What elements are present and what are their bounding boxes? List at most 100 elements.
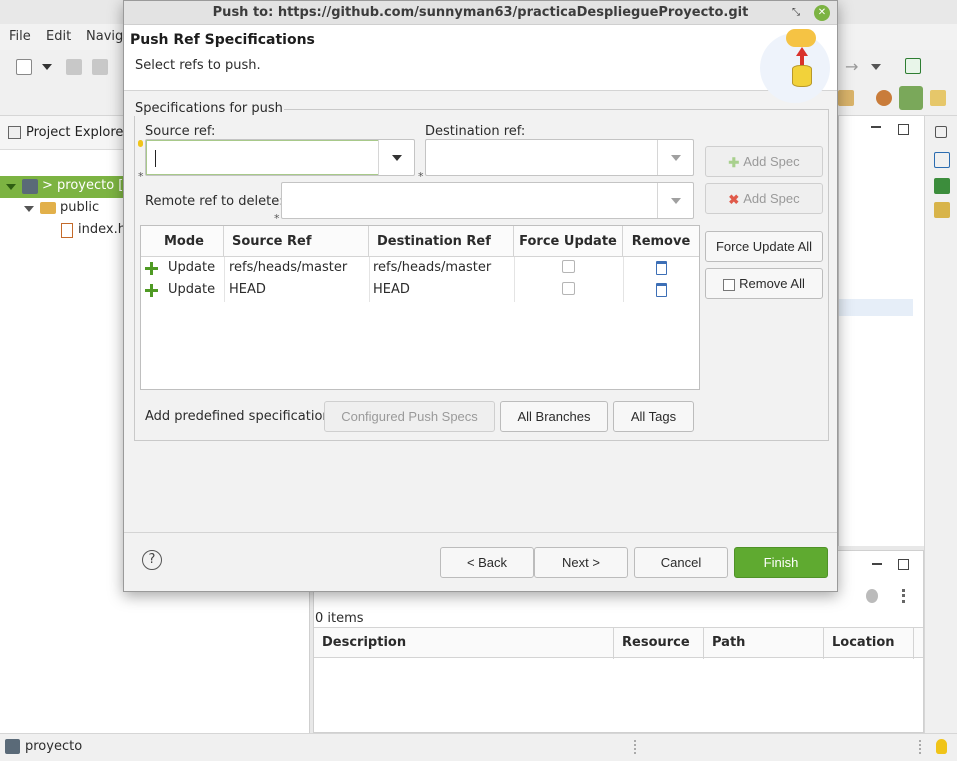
maximize-icon[interactable] — [898, 124, 909, 135]
filter-icon[interactable] — [866, 589, 878, 603]
tip-lightbulb-icon[interactable] — [936, 739, 947, 754]
new-icon[interactable] — [16, 59, 32, 75]
row-mode: Update — [168, 260, 216, 275]
destination-ref-combo[interactable] — [425, 139, 694, 176]
html-file-icon — [61, 223, 73, 238]
row-mode: Update — [168, 282, 216, 297]
hierarchy-icon[interactable] — [934, 152, 950, 168]
source-ref-input[interactable] — [146, 140, 379, 175]
row-source-ref: HEAD — [229, 282, 266, 297]
menu-navigate[interactable]: Navig — [86, 29, 123, 44]
git-repo-icon[interactable] — [930, 90, 946, 106]
forward-icon[interactable]: → — [845, 59, 861, 75]
column-mode[interactable]: Mode — [141, 226, 224, 257]
expand-icon[interactable] — [24, 206, 34, 212]
editor-area-right — [838, 116, 924, 546]
right-trim-bar — [924, 116, 957, 733]
save-icon[interactable] — [66, 59, 82, 75]
column-path[interactable]: Path — [712, 635, 745, 650]
minimize-icon[interactable] — [871, 126, 881, 128]
specs-table: Mode Source Ref Destination Ref Force Up… — [140, 225, 700, 390]
remove-all-button[interactable]: Remove All — [705, 268, 823, 299]
back-button[interactable]: < Back — [440, 547, 534, 578]
required-marker: * — [274, 212, 280, 225]
wizard-title: Push Ref Specifications — [130, 32, 315, 48]
help-icon[interactable]: ? — [142, 550, 162, 570]
row-destination-ref: HEAD — [373, 282, 410, 297]
menu-edit[interactable]: Edit — [46, 29, 71, 44]
restore-window-icon[interactable]: ⤡ — [788, 5, 804, 21]
trash-icon[interactable] — [656, 283, 667, 297]
download-icon[interactable] — [934, 178, 950, 194]
dialog-title: Push to: https://github.com/sunnyman63/p… — [212, 5, 749, 20]
source-ref-label: Source ref: — [145, 124, 216, 139]
perspective-java-icon[interactable] — [838, 90, 854, 106]
cancel-button[interactable]: Cancel — [634, 547, 728, 578]
column-resource[interactable]: Resource — [622, 635, 690, 650]
perspective-git-icon[interactable] — [899, 86, 923, 110]
remote-ref-delete-dropdown[interactable] — [657, 183, 693, 218]
remote-ref-delete-label: Remote ref to delete: — [145, 194, 284, 209]
view-menu-icon[interactable] — [902, 589, 905, 603]
force-update-all-button[interactable]: Force Update All — [705, 231, 823, 262]
column-source-ref[interactable]: Source Ref — [224, 226, 369, 257]
remove-all-icon — [723, 278, 736, 291]
destination-ref-dropdown[interactable] — [657, 140, 693, 175]
required-marker: * — [138, 170, 144, 183]
column-destination-ref[interactable]: Destination Ref — [369, 226, 514, 257]
chevron-down-icon — [392, 155, 402, 161]
trash-icon[interactable] — [656, 261, 667, 275]
maximize-icon[interactable] — [898, 559, 909, 570]
remove-all-label: Remove All — [739, 276, 805, 291]
source-ref-dropdown[interactable] — [378, 140, 414, 175]
all-branches-button[interactable]: All Branches — [500, 401, 608, 432]
tree-item-label: public — [60, 200, 100, 215]
problems-table-header: Description Resource Path Location — [314, 627, 923, 659]
specifications-group-label: Specifications for push — [134, 101, 284, 116]
table-row[interactable]: Update refs/heads/master refs/heads/mast… — [141, 257, 699, 279]
remote-ref-delete-combo[interactable] — [281, 182, 694, 219]
destination-ref-label: Destination ref: — [425, 124, 526, 139]
menu-file[interactable]: File — [9, 29, 31, 44]
add-icon — [145, 284, 158, 297]
add-icon: ✚ — [728, 155, 740, 171]
add-icon — [145, 262, 158, 275]
column-location[interactable]: Location — [832, 635, 895, 650]
expand-icon[interactable] — [6, 184, 16, 190]
open-perspective-icon[interactable] — [905, 58, 921, 74]
close-window-icon[interactable]: ✕ — [814, 5, 830, 21]
delete-icon: ✖ — [728, 192, 740, 208]
tree-item-label: > proyecto [P — [42, 178, 132, 193]
row-source-ref: refs/heads/master — [229, 260, 348, 275]
column-description[interactable]: Description — [322, 635, 406, 650]
project-explorer-title: Project Explorer — [26, 125, 129, 140]
wizard-banner: Push Ref Specifications Select refs to p… — [124, 25, 837, 103]
next-button[interactable]: Next > — [534, 547, 628, 578]
add-delete-spec-button[interactable]: ✖ Add Spec — [705, 183, 823, 214]
dropdown-icon[interactable] — [42, 64, 52, 70]
save-all-icon[interactable] — [92, 59, 108, 75]
configured-push-specs-button[interactable]: Configured Push Specs — [324, 401, 495, 432]
force-update-checkbox[interactable] — [562, 260, 575, 273]
text-caret — [155, 150, 156, 167]
restore-icon[interactable] — [935, 126, 947, 138]
source-ref-combo[interactable] — [145, 139, 415, 176]
all-tags-button[interactable]: All Tags — [613, 401, 694, 432]
column-force-update[interactable]: Force Update — [514, 226, 623, 257]
clipboard-icon[interactable] — [934, 202, 950, 218]
perspective-debug-icon[interactable] — [876, 90, 892, 106]
project-explorer-icon — [8, 126, 21, 139]
add-delete-spec-label: Add Spec — [743, 191, 800, 206]
finish-button[interactable]: Finish — [734, 547, 828, 578]
table-row[interactable]: Update HEAD HEAD — [141, 279, 699, 301]
project-icon — [22, 179, 38, 194]
predefined-spec-label: Add predefined specification — [145, 409, 331, 424]
minimize-icon[interactable] — [872, 563, 882, 565]
column-remove[interactable]: Remove — [623, 226, 699, 257]
force-update-checkbox[interactable] — [562, 282, 575, 295]
forward-dropdown-icon[interactable] — [871, 64, 881, 70]
status-separator — [634, 740, 636, 754]
push-dialog: Push to: https://github.com/sunnyman63/p… — [123, 0, 838, 592]
chevron-down-icon — [671, 155, 681, 161]
add-spec-button[interactable]: ✚ Add Spec — [705, 146, 823, 177]
